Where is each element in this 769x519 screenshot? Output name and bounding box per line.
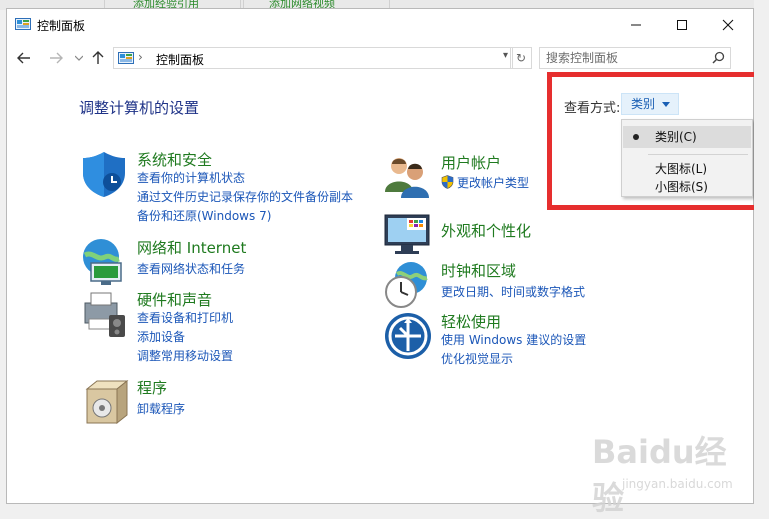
page-title: 调整计算机的设置	[79, 99, 200, 117]
breadcrumb-item[interactable]: 控制面板	[156, 51, 204, 68]
up-button[interactable]	[89, 49, 107, 67]
highlight-annotation-box	[547, 72, 765, 210]
category-title[interactable]: 网络和 Internet	[137, 237, 246, 258]
forward-button[interactable]	[47, 49, 65, 67]
category-link[interactable]: 添加设备	[137, 328, 185, 345]
up-arrow-icon	[92, 51, 104, 64]
uac-shield-icon	[441, 175, 454, 189]
network-globe-icon	[83, 239, 122, 285]
printer-icon	[84, 292, 125, 337]
category-link[interactable]: 使用 Windows 建议的设置	[441, 331, 586, 348]
category-title[interactable]: 系统和安全	[137, 149, 212, 170]
close-button[interactable]	[705, 9, 751, 41]
maximize-button[interactable]	[659, 9, 705, 41]
maximize-icon	[677, 20, 687, 30]
refresh-button[interactable]: ↻	[510, 47, 532, 69]
recent-locations-button[interactable]	[70, 49, 88, 67]
shield-icon	[83, 152, 125, 197]
chevron-down-icon	[75, 55, 83, 61]
category-link-text: 更改帐户类型	[457, 176, 530, 190]
category-link[interactable]: 查看网络状态和任务	[137, 260, 245, 277]
category-link[interactable]: 卸载程序	[137, 400, 185, 417]
watermark-text: Baidu经验	[592, 433, 727, 517]
users-icon	[385, 158, 429, 198]
minimize-button[interactable]	[613, 9, 659, 41]
display-personalization-icon	[384, 214, 430, 254]
category-link[interactable]: 备份和还原(Windows 7)	[137, 207, 271, 224]
title-bar: 控制面板	[7, 9, 753, 41]
category-link[interactable]: 查看你的计算机状态	[137, 169, 245, 186]
baidu-watermark: Baidu经验 jingyan.baidu.com	[592, 427, 733, 517]
search-icon	[712, 51, 725, 64]
minimize-icon	[631, 24, 641, 26]
category-title[interactable]: 时钟和区域	[441, 260, 516, 281]
navigation-bar: › 控制面板 ▾ ↻	[7, 41, 753, 75]
category-title[interactable]: 外观和个性化	[441, 220, 531, 241]
close-icon	[722, 19, 734, 31]
address-dropdown-button[interactable]: ▾	[503, 50, 508, 61]
right-arrow-icon	[50, 52, 63, 64]
address-bar[interactable]: › 控制面板 ▾	[113, 47, 513, 69]
clock-globe-icon	[385, 262, 428, 308]
control-panel-icon	[15, 18, 31, 30]
category-title[interactable]: 用户帐户	[441, 152, 501, 173]
search-box[interactable]	[539, 47, 731, 69]
back-button[interactable]	[15, 49, 33, 67]
category-title[interactable]: 轻松使用	[441, 311, 501, 332]
search-input[interactable]	[546, 50, 706, 66]
category-link[interactable]: 优化视觉显示	[441, 350, 513, 367]
control-panel-icon	[118, 52, 134, 64]
category-link[interactable]: 更改日期、时间或数字格式	[441, 283, 585, 300]
programs-icon	[85, 379, 129, 425]
left-arrow-icon	[17, 52, 30, 64]
category-title[interactable]: 程序	[137, 377, 167, 398]
category-link[interactable]: 调整常用移动设置	[137, 347, 233, 364]
category-title[interactable]: 硬件和声音	[137, 289, 212, 310]
category-link-with-shield[interactable]: 更改帐户类型	[441, 174, 529, 191]
refresh-icon: ↻	[515, 51, 527, 65]
breadcrumb-separator[interactable]: ›	[138, 50, 143, 64]
window-title: 控制面板	[37, 19, 86, 33]
watermark-url: jingyan.baidu.com	[622, 477, 733, 491]
category-link[interactable]: 查看设备和打印机	[137, 309, 233, 326]
desktop-background	[754, 0, 769, 504]
ease-of-access-icon	[385, 313, 431, 359]
category-link[interactable]: 通过文件历史记录保存你的文件备份副本	[137, 188, 353, 205]
